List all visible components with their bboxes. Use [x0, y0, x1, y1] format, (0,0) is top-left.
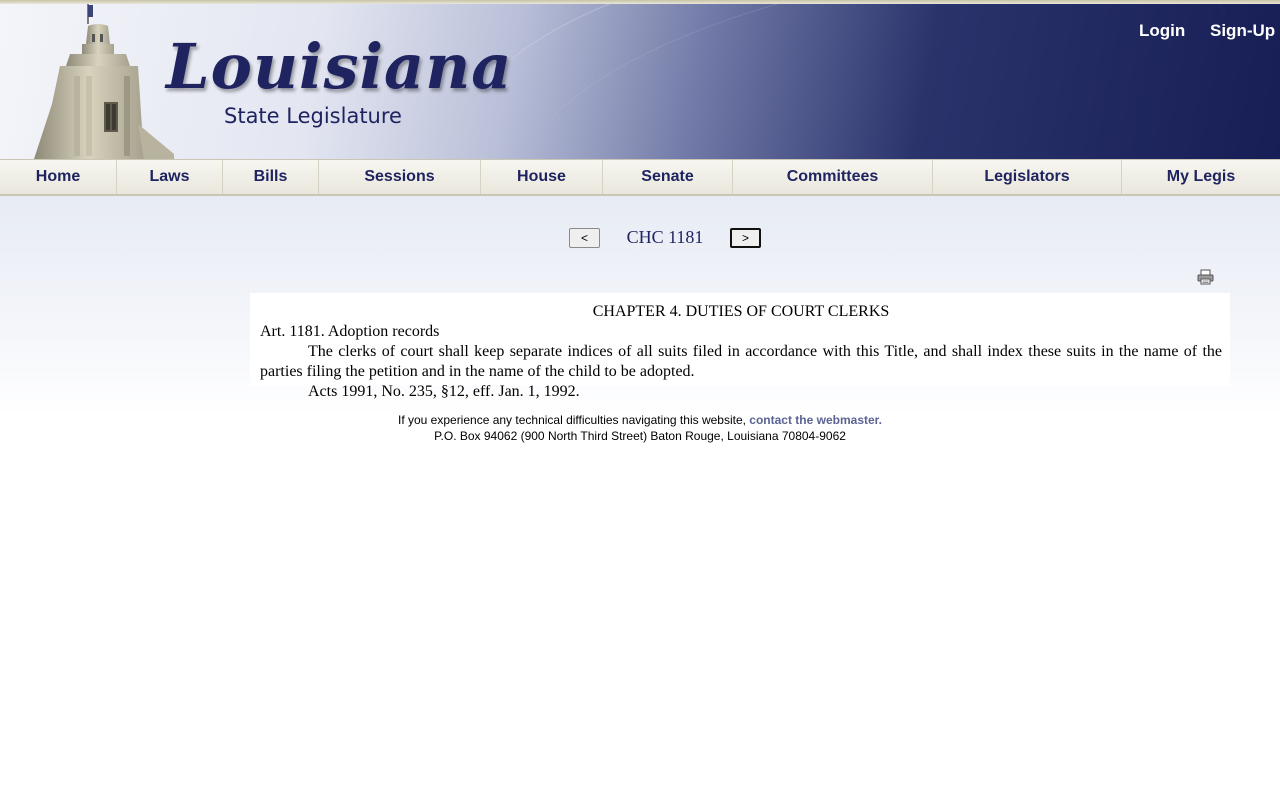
- nav-item-home[interactable]: Home: [0, 160, 117, 194]
- document-id: CHC 1181: [626, 227, 704, 247]
- document-text: CHAPTER 4. DUTIES OF COURT CLERKS Art. 1…: [260, 302, 1222, 402]
- contact-webmaster-link[interactable]: contact the webmaster.: [749, 413, 882, 427]
- nav-item-legislators[interactable]: Legislators: [933, 160, 1122, 194]
- footer-address: P.O. Box 94062 (900 North Third Street) …: [434, 429, 846, 443]
- header-banner: Louisiana State Legislature Login Sign-U…: [0, 4, 1280, 159]
- nav-item-sessions[interactable]: Sessions: [319, 160, 481, 194]
- signup-link[interactable]: Sign-Up: [1210, 21, 1275, 41]
- nav-item-senate[interactable]: Senate: [603, 160, 733, 194]
- nav-item-house[interactable]: House: [481, 160, 603, 194]
- next-article-button[interactable]: >: [730, 228, 761, 248]
- article-body: The clerks of court shall keep separate …: [260, 343, 1222, 380]
- footer-notice-text: If you experience any technical difficul…: [397, 413, 750, 427]
- previous-article-button[interactable]: <: [569, 228, 600, 248]
- footer: If you experience any technical difficul…: [0, 412, 1280, 444]
- nav-item-bills[interactable]: Bills: [223, 160, 319, 194]
- nav-item-committees[interactable]: Committees: [733, 160, 933, 194]
- footer-notice: If you experience any technical difficul…: [0, 412, 1280, 428]
- login-link[interactable]: Login: [1139, 21, 1185, 41]
- chapter-heading: CHAPTER 4. DUTIES OF COURT CLERKS: [592, 303, 890, 320]
- print-icon[interactable]: [1197, 269, 1214, 285]
- site-logo-title: Louisiana: [166, 30, 513, 103]
- capitol-building-image: [34, 4, 174, 159]
- nav-item-laws[interactable]: Laws: [117, 160, 223, 194]
- article-title: Art. 1181. Adoption records: [260, 323, 440, 340]
- main-nav: Home Laws Bills Sessions House Senate Co…: [0, 159, 1280, 196]
- nav-item-my-legis[interactable]: My Legis: [1122, 160, 1280, 194]
- article-history: Acts 1991, No. 235, §12, eff. Jan. 1, 19…: [308, 383, 580, 400]
- site-logo-subtitle: State Legislature: [224, 104, 402, 128]
